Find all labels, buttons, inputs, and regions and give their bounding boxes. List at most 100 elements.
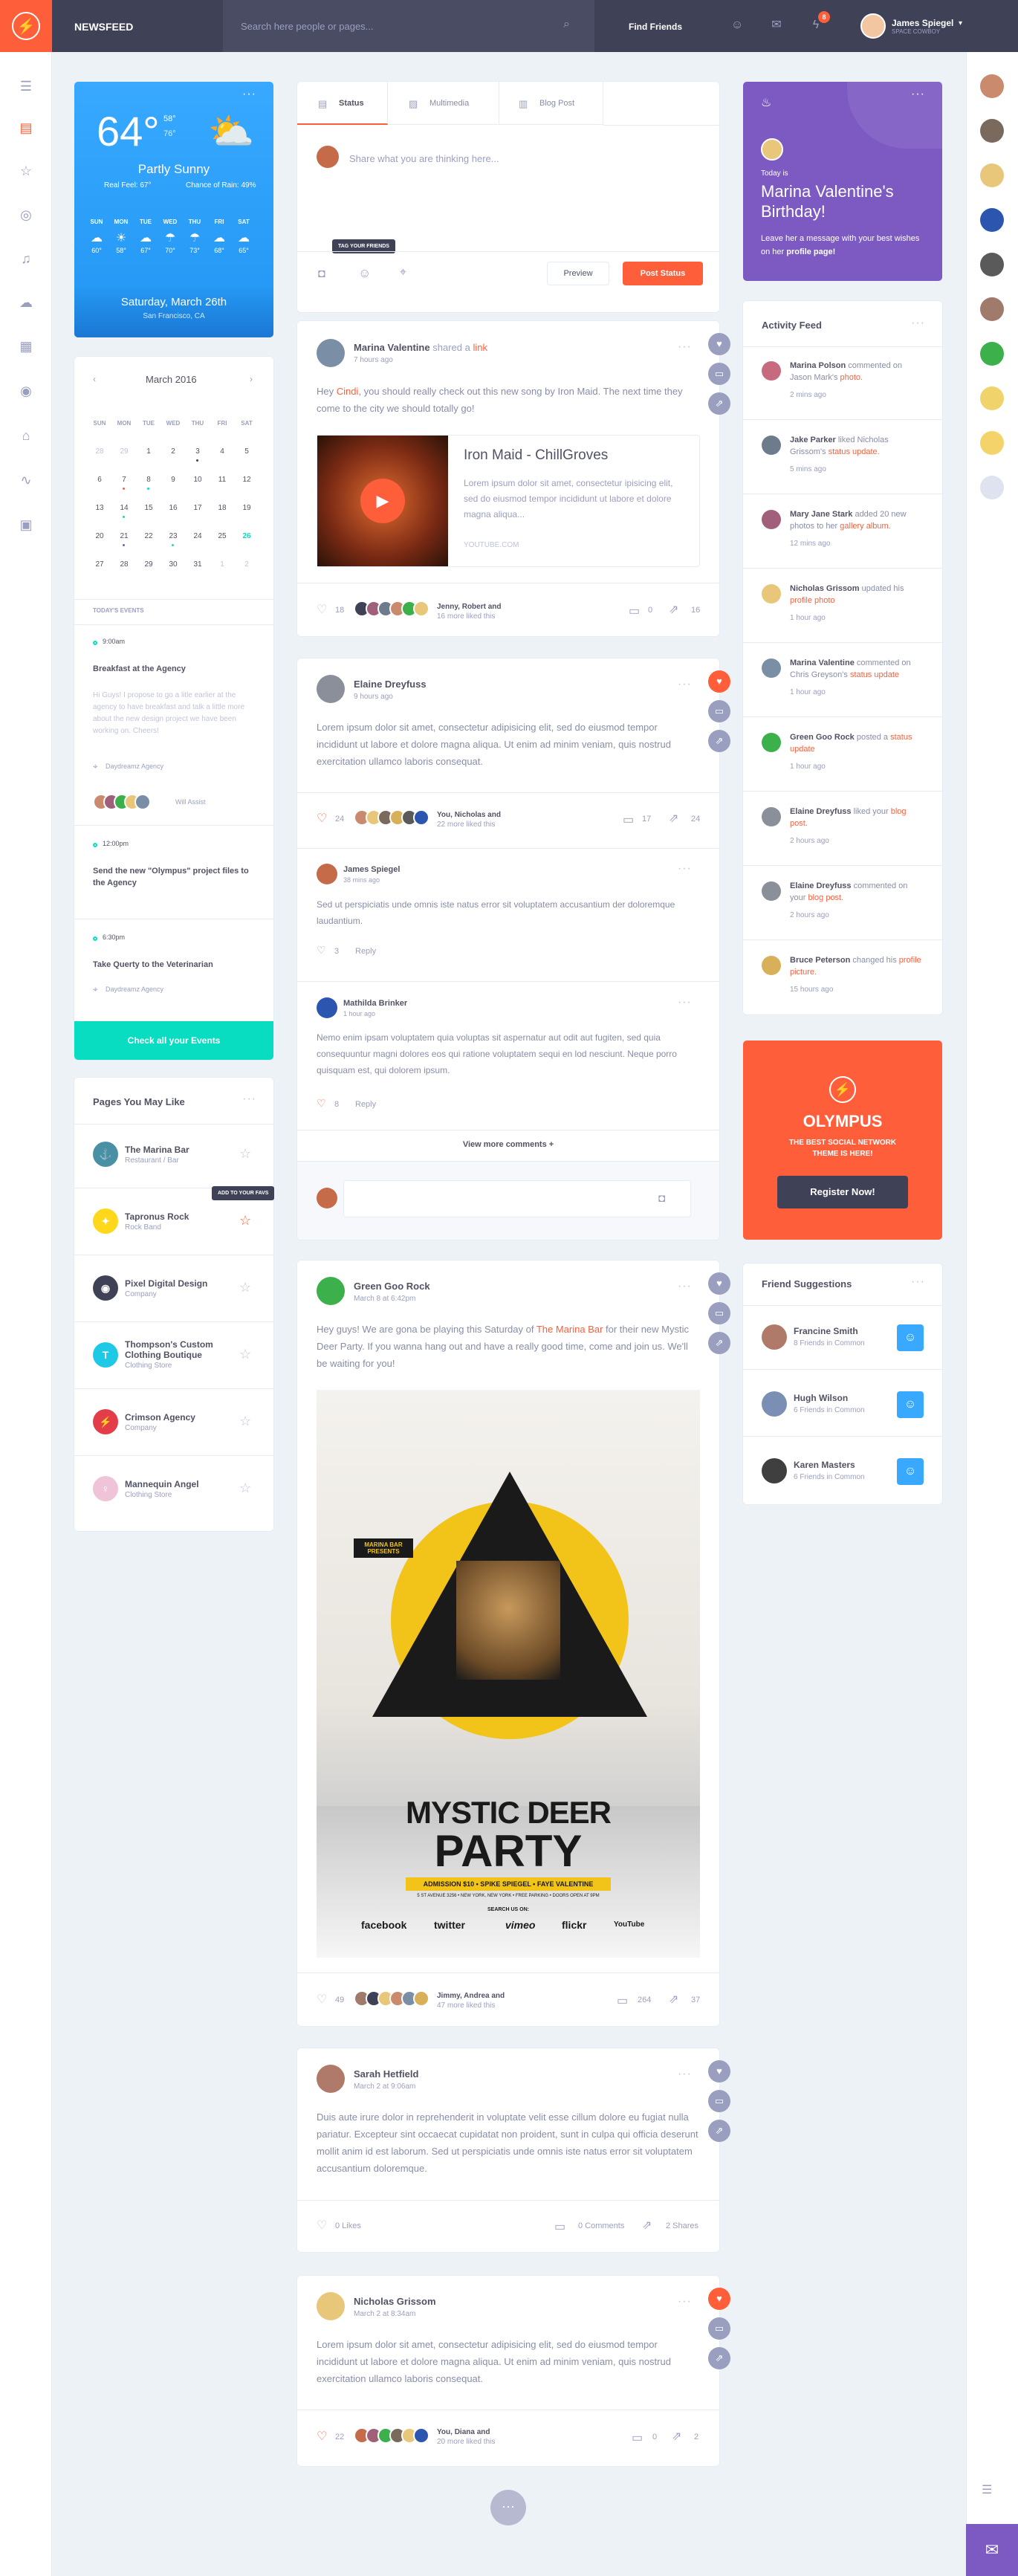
more-icon[interactable]: ··· bbox=[678, 678, 692, 691]
friend-avatar[interactable] bbox=[980, 386, 1004, 410]
calendar-day[interactable]: 1 bbox=[211, 560, 233, 569]
activity-user[interactable]: Mary Jane Stark bbox=[790, 510, 852, 519]
calendar-day[interactable]: 31 bbox=[187, 560, 209, 569]
like-side-icon[interactable]: ♥ bbox=[708, 670, 730, 693]
calendar-day[interactable]: 5 bbox=[236, 447, 258, 456]
comment-icon[interactable]: ▭ bbox=[623, 812, 634, 827]
page-logo[interactable]: ⚓ bbox=[93, 1142, 118, 1167]
calendar-day[interactable]: 22 bbox=[137, 532, 160, 540]
post-author[interactable]: Elaine Dreyfuss bbox=[354, 679, 427, 690]
calendar-day[interactable]: 21 bbox=[113, 532, 135, 540]
activity-link[interactable]: status update bbox=[850, 670, 899, 679]
profile-page-link[interactable]: profile page! bbox=[786, 247, 835, 256]
settings-icon[interactable]: ☰ bbox=[982, 2482, 992, 2497]
calendar-day[interactable]: 16 bbox=[162, 504, 184, 512]
page-logo[interactable]: ♀ bbox=[93, 1476, 118, 1501]
like-side-icon[interactable]: ♥ bbox=[708, 333, 730, 355]
suggestion-name[interactable]: Karen Masters bbox=[794, 1460, 855, 1470]
avatar[interactable] bbox=[317, 675, 345, 703]
page-logo[interactable]: T bbox=[93, 1342, 118, 1368]
post-author[interactable]: Nicholas Grissom bbox=[354, 2296, 436, 2307]
share-side-icon[interactable]: ⇗ bbox=[708, 730, 730, 752]
star-icon[interactable]: ☆ bbox=[239, 1280, 251, 1295]
comment-side-icon[interactable]: ▭ bbox=[708, 1302, 730, 1324]
heart-icon[interactable]: ♡ bbox=[317, 944, 326, 957]
heart-icon[interactable]: ♡ bbox=[317, 602, 327, 617]
like-side-icon[interactable]: ♥ bbox=[708, 2060, 730, 2083]
calendar-day[interactable]: 7 bbox=[113, 476, 135, 484]
avatar[interactable] bbox=[317, 1188, 337, 1208]
comment-author[interactable]: Mathilda Brinker bbox=[343, 999, 407, 1008]
star-icon[interactable]: ☆ bbox=[16, 161, 36, 181]
location-icon[interactable]: ⌖ bbox=[400, 266, 406, 279]
calendar-day[interactable]: 10 bbox=[187, 476, 209, 484]
page-name[interactable]: Crimson Agency bbox=[125, 1412, 229, 1423]
page-logo[interactable]: ✦ bbox=[93, 1208, 118, 1234]
search-input[interactable]: Search here people or pages... bbox=[223, 0, 594, 52]
add-friend-button[interactable]: ☺ bbox=[897, 1458, 924, 1485]
register-button[interactable]: Register Now! bbox=[777, 1176, 908, 1208]
more-icon[interactable]: ··· bbox=[911, 88, 925, 101]
like-side-icon[interactable]: ♥ bbox=[708, 2288, 730, 2310]
page-name[interactable]: Mannequin Angel bbox=[125, 1479, 229, 1489]
friend-avatar[interactable] bbox=[980, 431, 1004, 455]
avatar[interactable] bbox=[762, 1324, 787, 1350]
star-icon[interactable]: ☆ bbox=[239, 1146, 251, 1162]
avatar[interactable] bbox=[317, 864, 337, 884]
avatar[interactable] bbox=[762, 881, 781, 901]
comment-side-icon[interactable]: ▭ bbox=[708, 700, 730, 722]
chat-button[interactable]: ✉ bbox=[966, 2524, 1018, 2576]
activity-user[interactable]: Elaine Dreyfuss bbox=[790, 881, 852, 890]
calendar-day[interactable]: 24 bbox=[187, 532, 209, 540]
avatar[interactable] bbox=[762, 584, 781, 603]
calendar-day[interactable]: 11 bbox=[211, 476, 233, 484]
calendar-day[interactable]: 28 bbox=[88, 447, 111, 456]
avatar[interactable] bbox=[317, 2065, 345, 2093]
calendar-day[interactable]: 30 bbox=[162, 560, 184, 569]
calendar-day[interactable]: 29 bbox=[113, 447, 135, 456]
check-events-button[interactable]: Check all your Events bbox=[74, 1021, 273, 1060]
avatar[interactable] bbox=[762, 807, 781, 826]
calendar-day[interactable]: 17 bbox=[187, 504, 209, 512]
comment-icon[interactable]: ▭ bbox=[617, 1993, 628, 2008]
reply-link[interactable]: Reply bbox=[355, 947, 376, 956]
more-icon[interactable]: ··· bbox=[678, 2295, 692, 2308]
activity-link[interactable]: photo. bbox=[840, 373, 863, 382]
page-logo[interactable]: ◉ bbox=[93, 1275, 118, 1301]
friend-avatar[interactable] bbox=[980, 208, 1004, 232]
weather-icon[interactable]: ☁ bbox=[16, 292, 36, 313]
avatar[interactable] bbox=[317, 2292, 345, 2320]
chevron-down-icon[interactable]: ▾ bbox=[959, 19, 962, 27]
star-icon[interactable]: ☆ bbox=[239, 1480, 251, 1496]
page-name[interactable]: Tapronus Rock bbox=[125, 1211, 229, 1222]
comment-icon[interactable]: ▭ bbox=[632, 2430, 643, 2445]
smiley-icon[interactable]: ☺ bbox=[728, 16, 746, 34]
comment-side-icon[interactable]: ▭ bbox=[708, 2090, 730, 2112]
more-icon[interactable]: ··· bbox=[678, 2068, 692, 2081]
mention-link[interactable]: The Marina Bar bbox=[536, 1324, 603, 1335]
avatar[interactable] bbox=[762, 733, 781, 752]
comment-author[interactable]: James Spiegel bbox=[343, 865, 400, 874]
more-icon[interactable]: ··· bbox=[242, 88, 256, 101]
calendar-day[interactable]: 23 bbox=[162, 532, 184, 540]
more-icon[interactable]: ··· bbox=[242, 1093, 256, 1106]
calendar-day[interactable]: 19 bbox=[236, 504, 258, 512]
calendar-day[interactable]: 12 bbox=[236, 476, 258, 484]
view-more-comments[interactable]: View more comments + bbox=[297, 1140, 719, 1149]
stats-icon[interactable]: ∿ bbox=[16, 470, 36, 491]
share-icon[interactable]: ⇗ bbox=[669, 811, 678, 826]
page-name[interactable]: The Marina Bar bbox=[125, 1145, 229, 1155]
share-icon[interactable]: ⇗ bbox=[669, 602, 678, 617]
chevron-right-icon[interactable]: › bbox=[250, 374, 253, 384]
heart-icon[interactable]: ♡ bbox=[317, 2429, 327, 2444]
play-icon[interactable]: ▶ bbox=[360, 479, 405, 523]
post-author[interactable]: Sarah Hetfield bbox=[354, 2068, 418, 2080]
activity-user[interactable]: Marina Valentine bbox=[790, 658, 855, 667]
header-user-name[interactable]: James Spiegel bbox=[892, 18, 953, 28]
search-icon[interactable]: ⌕ bbox=[563, 18, 570, 31]
more-icon[interactable]: ··· bbox=[678, 340, 692, 354]
market-icon[interactable]: ⌂ bbox=[16, 425, 36, 446]
chat-icon[interactable]: ✉ bbox=[768, 16, 785, 34]
newsfeed-icon[interactable]: ▤ bbox=[16, 117, 36, 138]
activity-link[interactable]: gallery album. bbox=[840, 522, 890, 531]
